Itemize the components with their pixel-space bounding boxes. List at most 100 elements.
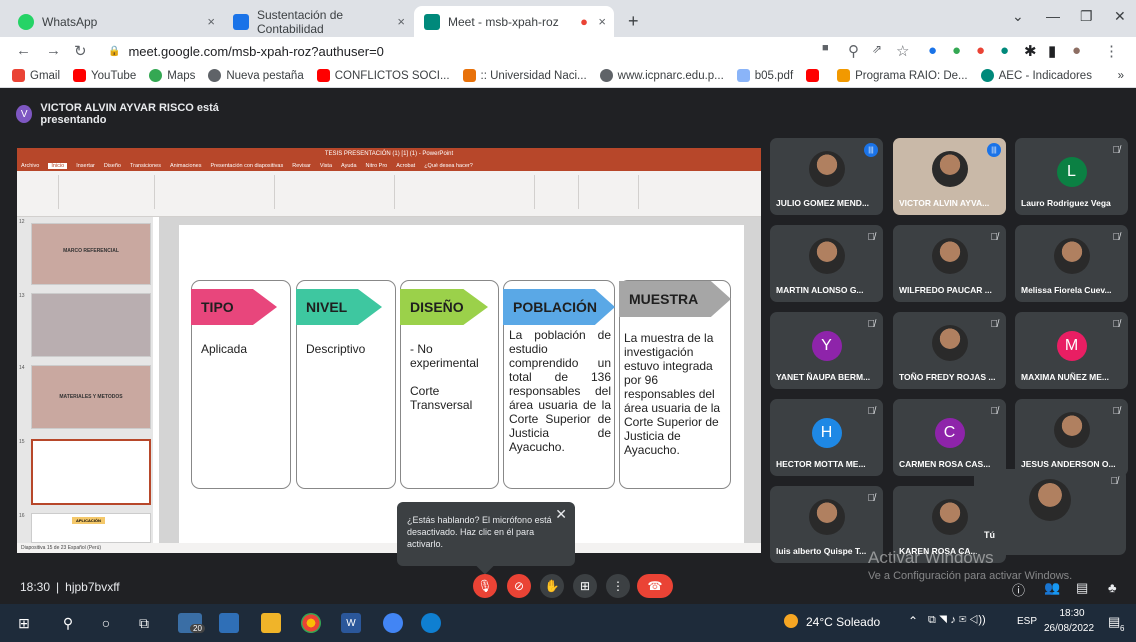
participant-tile[interactable]: 🎙̸ JESUS ANDERSON O...: [1015, 399, 1128, 476]
reload-icon[interactable]: ↻: [74, 42, 87, 60]
tab-whatsapp[interactable]: WhatsApp ×: [8, 6, 223, 37]
slide-thumbnails: 12 MARCO REFERENCIAL 13 14 MATERIALES Y …: [17, 217, 153, 543]
participant-tile[interactable]: M 🎙̸ MAXIMA NUÑEZ ME...: [1015, 312, 1128, 389]
slide-number: 16: [19, 513, 25, 519]
bookmarks-overflow-icon[interactable]: »: [1118, 70, 1124, 82]
bookmark-raio[interactable]: Programa RAIO: De...: [837, 69, 968, 82]
bookmark-youtube-2[interactable]: [806, 69, 824, 82]
bookmark-aec[interactable]: AEC - Indicadores: [980, 69, 1092, 82]
activities-icon[interactable]: ♣: [1108, 580, 1117, 595]
ribbon-group: [535, 175, 579, 209]
word-icon[interactable]: W: [341, 613, 361, 633]
participant-tile[interactable]: 🎙̸ Melissa Fiorela Cuev...: [1015, 225, 1128, 302]
tray-icons[interactable]: ⧉ ◥ ♪ ✉ ◁)): [928, 614, 986, 627]
tab-sustentacion[interactable]: Sustentación de Contabilidad ×: [223, 6, 413, 37]
extension-icon[interactable]: ●: [1000, 42, 1009, 59]
taskbar-date[interactable]: 26/08/2022: [1044, 623, 1094, 634]
close-tab-icon[interactable]: ×: [207, 14, 215, 29]
language-indicator[interactable]: ESP: [1017, 616, 1037, 627]
edge-icon[interactable]: [421, 613, 441, 633]
bookmark-youtube[interactable]: YouTube: [73, 69, 136, 82]
notifications-icon[interactable]: ▤: [1108, 614, 1120, 630]
tab-search-icon[interactable]: ⌄: [1012, 8, 1024, 25]
back-icon[interactable]: ←: [16, 42, 31, 59]
search-icon[interactable]: ⚲: [58, 613, 78, 633]
participant-name: Melissa Fiorela Cuev...: [1021, 285, 1112, 295]
ribbon-group: [59, 175, 155, 209]
participant-tile[interactable]: 🎙̸ WILFREDO PAUCAR ...: [893, 225, 1006, 302]
tab-meet[interactable]: Meet - msb-xpah-roz ● ×: [414, 6, 614, 37]
taskbar-time[interactable]: 18:30: [1049, 608, 1095, 619]
slide-thumb[interactable]: [31, 293, 151, 357]
people-icon[interactable]: 👥: [1044, 580, 1060, 596]
camera-icon[interactable]: ■: [822, 42, 829, 54]
slide-thumb[interactable]: APLICACIÓN: [31, 513, 151, 543]
close-tab-icon[interactable]: ×: [397, 14, 405, 29]
camera-toggle-button[interactable]: ⊘: [507, 574, 531, 598]
participant-tile[interactable]: H 🎙̸ HECTOR MOTTA ME...: [770, 399, 883, 476]
recording-icon: ●: [580, 14, 588, 29]
bookmark-universidad[interactable]: :: Universidad Naci...: [462, 69, 587, 82]
extensions-puzzle-icon[interactable]: ✱: [1024, 42, 1037, 60]
bookmark-conflictos[interactable]: CONFLICTOS SOCI...: [316, 69, 450, 82]
tab-bar: WhatsApp × Sustentación de Contabilidad …: [0, 0, 1136, 37]
bookmark-maps[interactable]: Maps: [149, 69, 195, 82]
mail-app-icon[interactable]: [219, 613, 239, 633]
close-icon[interactable]: ✕: [555, 507, 567, 521]
participant-tile[interactable]: C 🎙̸ CARMEN ROSA CAS...: [893, 399, 1006, 476]
bookmark-new-tab[interactable]: Nueva pestaña: [208, 69, 304, 82]
info-icon[interactable]: ⓘ: [1012, 580, 1025, 599]
participant-tile[interactable]: 🎙̸ MARTIN ALONSO G...: [770, 225, 883, 302]
zoom-icon[interactable]: ⚲: [848, 42, 859, 60]
close-tab-icon[interactable]: ×: [598, 14, 606, 29]
bookmark-icpnarc[interactable]: www.icpnarc.edu.p...: [599, 69, 724, 82]
start-icon[interactable]: ⊞: [14, 613, 34, 633]
present-button[interactable]: ⊞: [573, 574, 597, 598]
menu-dots-icon[interactable]: ⋮: [1104, 42, 1119, 60]
minimize-icon[interactable]: —: [1046, 8, 1060, 24]
mic-toggle-button[interactable]: 🎙: [473, 574, 497, 598]
raise-hand-button[interactable]: ✋: [540, 574, 564, 598]
bookmark-gmail[interactable]: Gmail: [12, 69, 60, 82]
sidepanel-icon[interactable]: ▮: [1048, 42, 1056, 60]
profile-avatar[interactable]: ●: [1072, 42, 1081, 59]
cortana-icon[interactable]: ○: [96, 613, 116, 633]
slide-thumb[interactable]: MATERIALES Y METODOS: [31, 365, 151, 429]
close-window-icon[interactable]: ✕: [1114, 8, 1126, 25]
slide-thumb-active[interactable]: [31, 439, 151, 505]
participant-tile[interactable]: ||| VICTOR ALVIN AYVA...: [893, 138, 1006, 215]
toast-text: ¿Estás hablando? El micrófono está desac…: [407, 515, 552, 549]
bookmark-b05[interactable]: b05.pdf: [736, 69, 793, 82]
participant-name: luis alberto Quispe T...: [776, 546, 867, 556]
lock-icon: 🔒: [108, 45, 121, 57]
tray-chevron-icon[interactable]: ⌃: [908, 614, 918, 628]
participant-tile[interactable]: L 🎙̸ Lauro Rodriguez Vega: [1015, 138, 1128, 215]
task-view-icon[interactable]: ⧉: [134, 613, 154, 633]
leave-call-button[interactable]: ☎: [637, 574, 673, 598]
self-avatar: [1029, 479, 1071, 521]
chat-icon[interactable]: ▤: [1076, 580, 1088, 596]
participant-tile[interactable]: 🎙̸ luis alberto Quispe T...: [770, 486, 883, 563]
bookmark-label: Maps: [167, 69, 196, 82]
slide-thumb[interactable]: MARCO REFERENCIAL: [31, 223, 151, 285]
file-explorer-icon[interactable]: [261, 613, 281, 633]
extension-drop-icon[interactable]: ●: [928, 42, 937, 59]
participant-tile[interactable]: 🎙̸ TOÑO FREDY ROJAS ...: [893, 312, 1006, 389]
bookmark-star-icon[interactable]: ☆: [896, 42, 909, 60]
new-tab-button[interactable]: +: [618, 6, 642, 37]
url-bar[interactable]: 🔒 meet.google.com/msb-xpah-roz?authuser=…: [108, 40, 788, 62]
participant-tile[interactable]: ||| JULIO GOMEZ MEND...: [770, 138, 883, 215]
participant-tile[interactable]: Y 🎙̸ YANET ÑAUPA BERM...: [770, 312, 883, 389]
share-icon[interactable]: ⇗: [872, 42, 882, 56]
weather-text[interactable]: 24°C Soleado: [806, 615, 880, 629]
meet-app-icon[interactable]: [383, 613, 403, 633]
chrome-icon[interactable]: [301, 613, 321, 633]
ppt-menu-item: ¿Qué desea hacer?: [424, 162, 473, 169]
restore-icon[interactable]: ❐: [1080, 8, 1093, 25]
more-options-button[interactable]: ⋮: [606, 574, 630, 598]
card-nivel-body: Descriptivo: [306, 342, 366, 356]
extension-icon[interactable]: ●: [976, 42, 985, 59]
ribbon-group: [155, 175, 275, 209]
forward-icon[interactable]: →: [46, 42, 61, 59]
extension-icon[interactable]: ●: [952, 42, 961, 59]
